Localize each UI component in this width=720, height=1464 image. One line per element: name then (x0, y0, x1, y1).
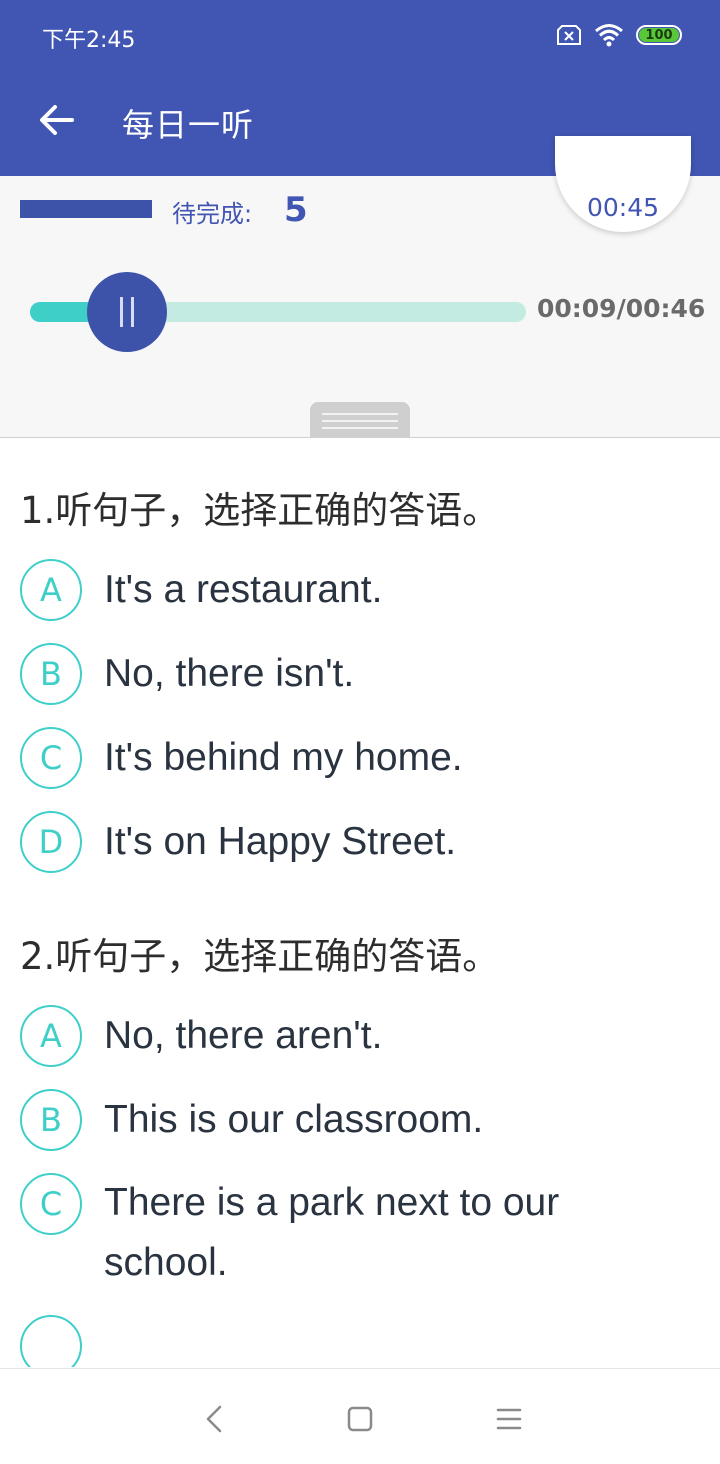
option-a[interactable]: A It's a restaurant. (20, 559, 720, 621)
question-title: 2.听句子，选择正确的答语。 (20, 935, 500, 978)
pause-button[interactable] (87, 272, 168, 352)
pause-icon (116, 297, 138, 327)
status-icons: 100 (556, 20, 682, 50)
home-nav-icon (347, 1406, 373, 1432)
back-nav-icon (206, 1405, 222, 1433)
pending-progress-bar (20, 200, 152, 218)
option-c[interactable]: C It's behind my home. (20, 727, 720, 789)
audio-player: 待完成: 5 00:45 00:09/00:46 (0, 136, 720, 438)
option-text: No, there aren't. (104, 1014, 383, 1057)
status-time: 下午2:45 (42, 28, 136, 53)
menu-nav-icon (496, 1408, 522, 1430)
option-a[interactable]: A No, there aren't. (20, 1005, 720, 1067)
option-letter: A (20, 559, 82, 621)
battery-icon: 100 (636, 25, 682, 45)
countdown-timer: 00:45 (555, 136, 691, 232)
wifi-icon (594, 23, 624, 47)
option-letter (20, 1315, 82, 1367)
option-d-partial[interactable] (20, 1315, 720, 1367)
battery-text: 100 (645, 27, 673, 43)
option-d[interactable]: D It's on Happy Street. (20, 811, 720, 873)
nav-home-button[interactable] (340, 1399, 380, 1439)
option-text: No, there isn't. (104, 652, 355, 695)
arrow-left-icon (40, 105, 74, 135)
option-b[interactable]: B No, there isn't. (20, 643, 720, 705)
option-letter: A (20, 1005, 82, 1067)
option-letter: B (20, 643, 82, 705)
sim-off-icon (556, 24, 582, 46)
page-title: 每日一听 (122, 106, 255, 144)
option-text: It's on Happy Street. (104, 820, 457, 863)
option-letter: C (20, 1173, 82, 1235)
system-nav-bar (0, 1368, 720, 1464)
pending-count: 5 (284, 190, 308, 230)
option-text: There is a park next to our school. (104, 1181, 560, 1284)
question: 2.听句子，选择正确的答语。 A No, there aren't. B Thi… (0, 895, 720, 1367)
question-title: 1.听句子，选择正确的答语。 (20, 489, 500, 532)
option-letter: C (20, 727, 82, 789)
countdown-text: 00:45 (586, 193, 660, 222)
option-c[interactable]: C There is a park next to our school. (20, 1173, 720, 1293)
nav-back-button[interactable] (194, 1399, 234, 1439)
audio-progress-track[interactable] (30, 272, 526, 352)
panel-drag-handle[interactable] (310, 402, 410, 438)
time-readout: 00:09/00:46 (537, 294, 706, 323)
nav-menu-button[interactable] (489, 1399, 529, 1439)
pending-label: 待完成: (172, 200, 253, 228)
option-letter: B (20, 1089, 82, 1151)
question-list: 1.听句子，选择正确的答语。 A It's a restaurant. B No… (0, 439, 720, 1367)
option-b[interactable]: B This is our classroom. (20, 1089, 720, 1151)
back-button[interactable] (34, 98, 78, 142)
option-letter: D (20, 811, 82, 873)
question: 1.听句子，选择正确的答语。 A It's a restaurant. B No… (0, 439, 720, 873)
option-text: It's a restaurant. (104, 568, 383, 611)
option-text: This is our classroom. (104, 1098, 484, 1141)
option-text: It's behind my home. (104, 736, 463, 779)
